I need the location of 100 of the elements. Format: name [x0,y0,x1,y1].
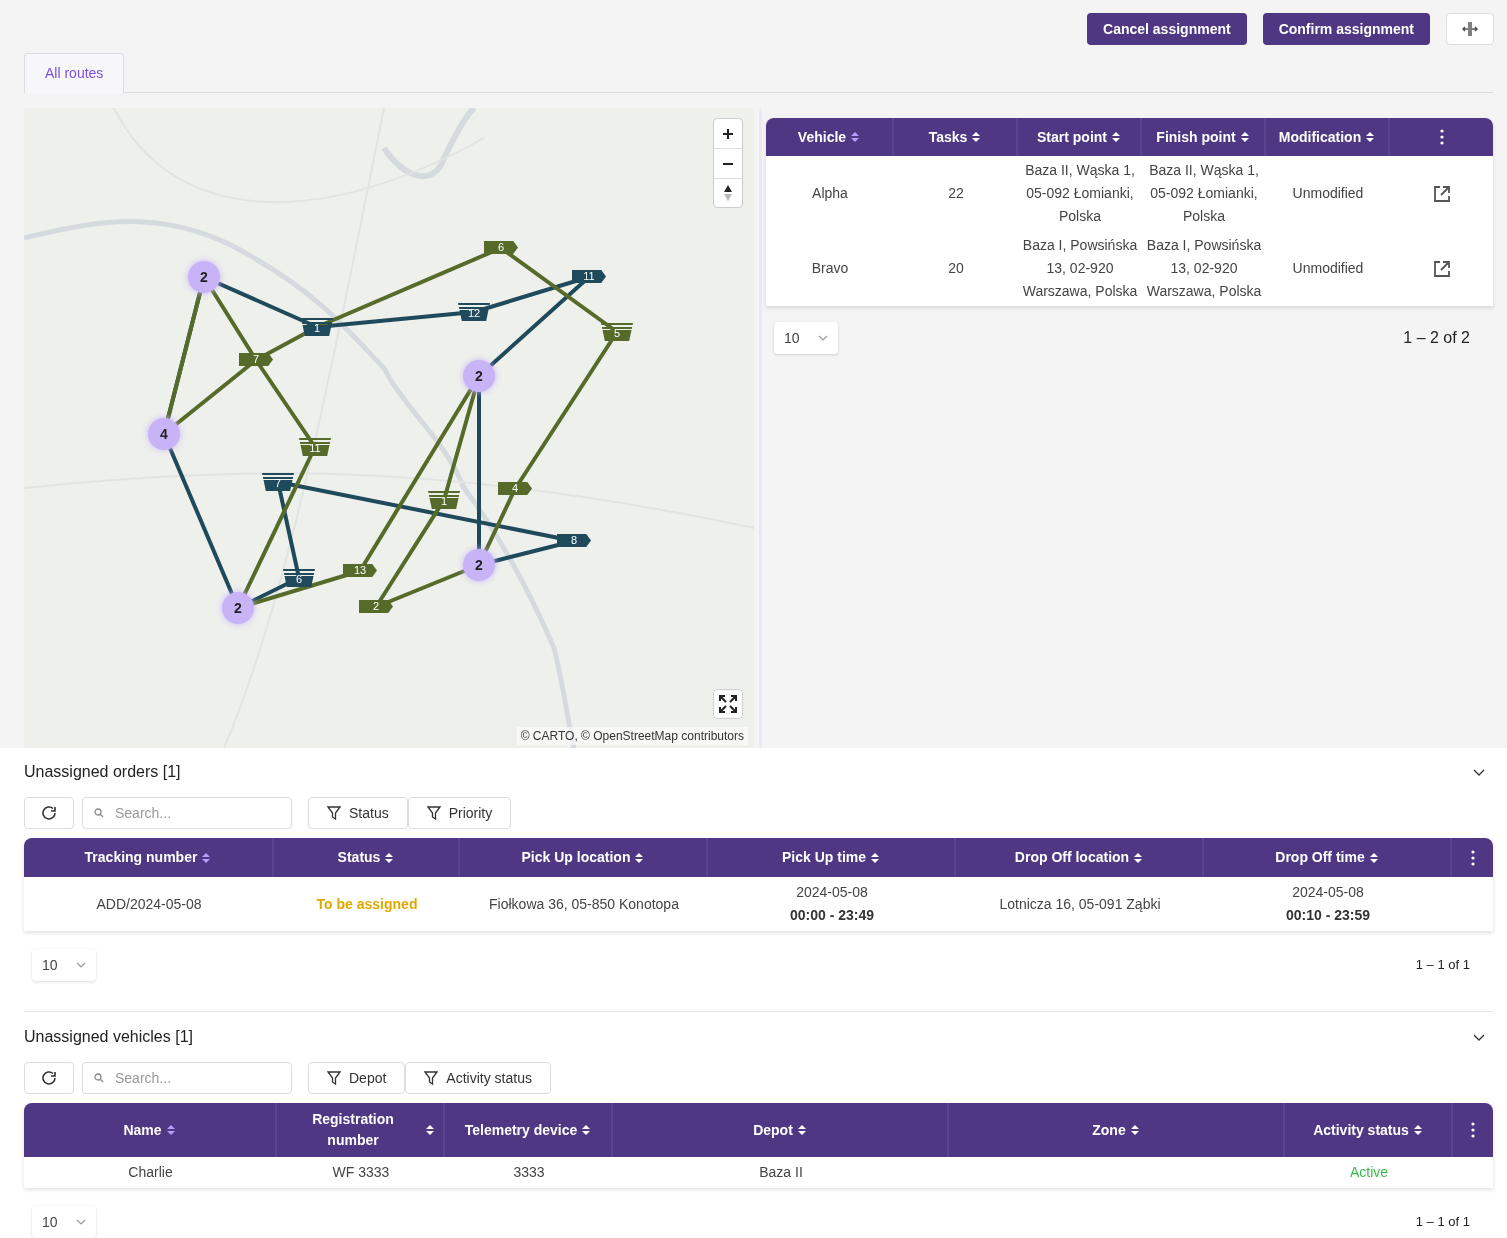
pagination-range: 1 – 2 of 2 [1403,328,1470,348]
refresh-button[interactable] [24,797,74,829]
column-header[interactable]: Depot [753,1119,793,1141]
stop-marker[interactable]: 4 [498,482,532,495]
table-cell-text: Charlie [128,1163,173,1182]
stop-marker[interactable]: 11 [572,270,606,283]
column-header[interactable]: Vehicle [797,126,847,148]
stop-marker[interactable]: 7 [239,353,273,366]
sort-icon[interactable] [796,1124,807,1136]
stop-marker[interactable]: 8 [557,534,591,547]
stop-marker[interactable]: 1 [301,318,333,336]
search-icon [94,808,104,818]
stop-marker[interactable]: 2 [359,600,393,613]
map-area[interactable]: 1 12 11 7 6 8 6 5 7 11 1 4 13 2 2 4 2 2 2 © CARTO, © OpenStreetMap contributors [24,108,754,748]
table-cell-text: 2024-05-08 [796,883,868,902]
page-size-select[interactable]: 10 [32,1206,96,1238]
more-options-icon[interactable] [1470,849,1475,866]
table-cell-text: Alpha [812,184,848,203]
confirm-assignment-button[interactable]: Confirm assignment [1262,13,1430,45]
column-header[interactable]: Modification [1278,126,1362,148]
table-cell-text: Baza II [759,1163,803,1182]
open-external-icon[interactable] [1432,259,1451,278]
chevron-down-icon[interactable] [1473,1033,1485,1041]
column-header[interactable]: Registration number [285,1109,421,1151]
column-header[interactable]: Drop Off time [1275,847,1365,868]
page-size-select[interactable]: 10 [774,322,838,354]
stop-marker[interactable]: 7 [262,473,294,491]
filter-button[interactable]: Priority [407,797,512,829]
sort-icon[interactable] [1111,131,1121,143]
time-range: 00:10 - 23:59 [1285,906,1371,925]
status-text: To be assigned [316,894,418,914]
tab[interactable]: All routes [24,53,125,93]
stop-marker[interactable]: 6 [484,241,518,254]
more-options-icon[interactable] [1439,129,1444,145]
fullscreen-button[interactable] [713,689,743,719]
column-header[interactable]: Pick Up time [782,847,866,868]
sort-icon[interactable] [1368,851,1379,864]
stop-marker[interactable]: 5 [601,323,633,341]
sort-icon[interactable] [634,851,645,864]
filter-icon [424,1070,439,1086]
fullscreen-icon [719,695,737,713]
stop-marker[interactable]: 6 [283,569,315,587]
stop-marker[interactable]: 11 [299,438,331,456]
split-view-button[interactable] [1446,13,1494,45]
page-size-select[interactable]: 10 [32,949,96,981]
sort-icon[interactable] [1412,1124,1423,1136]
chevron-down-icon[interactable] [1473,768,1485,776]
cancel-assignment-button[interactable]: Cancel assignment [1087,13,1247,45]
stop-marker[interactable]: 12 [458,303,490,321]
column-header[interactable]: Pick Up location [521,847,631,868]
more-options-icon[interactable] [1471,1122,1475,1138]
column-header[interactable]: Start point [1037,126,1107,148]
table-cell-text: 22 [948,184,964,203]
sort-icon[interactable] [1365,131,1376,143]
sort-icon[interactable] [581,1124,592,1136]
column-header[interactable]: Finish point [1156,126,1236,148]
sort-icon[interactable] [1129,1124,1140,1136]
chevron-down-icon [818,335,828,341]
filter-button[interactable]: Activity status [405,1062,551,1094]
filter-icon [426,805,441,821]
column-header[interactable]: Zone [1092,1119,1126,1141]
table-cell-text: Baza I, Powsińska 13, 02-920 Warszawa, Polska [1022,236,1138,301]
filter-icon [327,805,341,821]
table-cell-text: Unmodified [1292,184,1364,203]
section-title: Unassigned vehicles [1] [24,1027,193,1047]
sort-icon[interactable] [425,1124,435,1136]
column-header[interactable]: Activity status [1313,1119,1409,1141]
split-icon [1461,20,1479,38]
stop-marker[interactable]: 13 [343,564,377,577]
table-cell-text: 2024-05-08 [1292,883,1364,902]
filter-button[interactable]: Status [308,797,408,829]
sort-icon[interactable] [384,851,395,864]
pagination-range: 1 – 1 of 1 [1415,1213,1470,1232]
filter-button[interactable]: Depot [308,1062,406,1094]
stop-marker[interactable]: 1 [428,491,460,509]
sort-icon[interactable] [1239,131,1250,143]
plus-icon [722,127,734,140]
time-range: 00:00 - 23:49 [789,906,875,925]
chevron-down-icon [76,1219,86,1225]
sort-icon[interactable] [870,851,880,864]
sort-icon[interactable] [971,131,982,143]
refresh-icon [41,1070,57,1086]
table-cell-text: Unmodified [1292,259,1364,278]
refresh-button[interactable] [24,1062,74,1094]
search-field[interactable]: Search... [82,797,292,829]
table-cell-text: Bravo [811,259,849,278]
sort-icon[interactable] [1133,851,1144,864]
column-header[interactable]: Drop Off location [1014,847,1130,868]
column-header[interactable]: Tasks [928,126,968,148]
sort-icon[interactable] [850,131,861,143]
sort-icon[interactable] [165,1124,176,1136]
column-header[interactable]: Status [337,847,381,868]
filter-icon [327,1070,341,1086]
column-header[interactable]: Telemetry device [464,1119,578,1141]
column-header[interactable]: Name [123,1119,162,1141]
search-field[interactable]: Search... [82,1062,292,1094]
open-external-icon[interactable] [1432,184,1451,203]
sort-icon[interactable] [201,851,212,864]
table-cell-text: Lotnicza 16, 05-091 Ząbki [999,894,1161,914]
column-header[interactable]: Tracking number [84,847,198,868]
